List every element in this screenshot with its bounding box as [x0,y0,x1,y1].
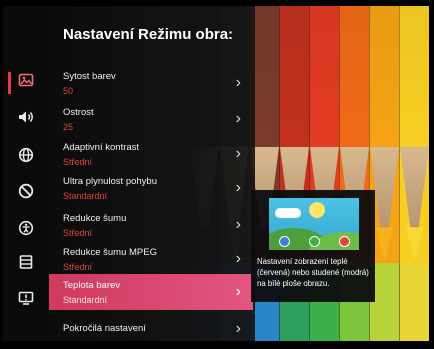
settings-sidebar [3,6,49,341]
setting-sharpness[interactable]: Ostrost 25 › [49,101,253,137]
setting-color-saturation[interactable]: Sytost barev 50 › [49,65,253,101]
sidebar-item-sound[interactable] [3,105,49,131]
setting-value: 50 [63,86,74,96]
chevron-right-icon: › [235,216,241,233]
sound-icon [17,109,35,128]
support-icon [18,290,34,309]
setting-mpeg-noise-reduction[interactable]: Redukce šumu MPEG Střední › [49,241,253,277]
setting-label: Adaptivní kontrast [63,142,140,153]
chevron-right-icon: › [235,320,241,337]
color-temperature-illustration [269,198,359,250]
setting-color-temperature[interactable]: Teplota barev Standardní › [49,274,253,310]
no-disturb-icon [18,183,34,202]
chevron-right-icon: › [235,145,241,162]
picture-mode-settings-panel: Nastavení Režimu obra: Sytost barev 50 ›… [49,6,255,341]
sidebar-item-general[interactable] [3,250,49,276]
setting-ultra-smooth-motion[interactable]: Ultra plynulost pohybu Standardní › [49,170,253,206]
sidebar-item-accessibility[interactable] [3,216,49,242]
setting-value: Střední [63,262,93,272]
tv-screen: Nastavení Režimu obra: Sytost barev 50 ›… [3,6,429,341]
chevron-right-icon: › [235,283,241,300]
setting-info-card: Nastavení zobrazení teplé (červená) nebo… [251,190,375,302]
setting-noise-reduction[interactable]: Redukce šumu Střední › [49,207,253,243]
sidebar-item-support[interactable] [3,286,49,312]
sidebar-item-network[interactable] [3,143,49,169]
accessibility-icon [18,220,34,239]
setting-value: Střední [63,157,93,167]
picture-icon [18,72,34,91]
setting-value: 25 [63,122,74,132]
sidebar-item-picture[interactable] [3,68,49,94]
setting-label: Teplota barev [63,280,121,291]
setting-label: Pokročilá nastavení [63,323,146,334]
panel-title: Nastavení Režimu obra: [63,26,234,43]
info-description: Nastavení zobrazení teplé (červená) nebo… [257,257,369,288]
chevron-right-icon: › [235,250,241,267]
sidebar-item-restrictions[interactable] [3,179,49,205]
setting-label: Redukce šumu [63,213,127,224]
setting-value: Standardní [63,191,108,201]
setting-label: Sytost barev [63,71,116,82]
chevron-right-icon: › [235,110,241,127]
setting-value: Střední [63,228,93,238]
list-icon [18,254,34,273]
setting-label: Ultra plynulost pohybu [63,176,157,187]
setting-label: Ostrost [63,107,94,118]
setting-adaptive-contrast[interactable]: Adaptivní kontrast Střední › [49,136,253,172]
chevron-right-icon: › [235,179,241,196]
network-globe-icon [18,147,34,166]
setting-label: Redukce šumu MPEG [63,247,157,258]
setting-advanced[interactable]: Pokročilá nastavení › [49,311,253,341]
setting-value: Standardní [63,295,108,305]
chevron-right-icon: › [235,74,241,91]
